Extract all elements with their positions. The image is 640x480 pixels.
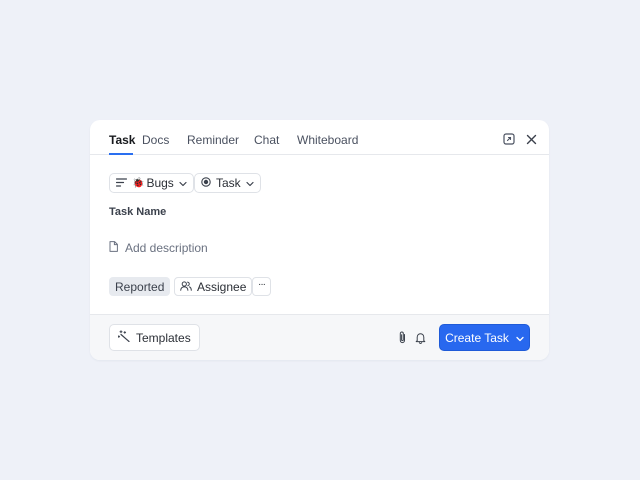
ladybug-icon: 🐞 [132,177,145,189]
active-tab-indicator [109,153,133,155]
create-task-label: Create Task [445,330,509,345]
description-placeholder: Add description [125,241,208,255]
list-selector[interactable]: 🐞 Bugs [109,173,194,193]
list-selector-label: Bugs [146,176,174,190]
tab-whiteboard[interactable]: Whiteboard [297,133,358,147]
radio-dot-icon [201,176,211,190]
users-icon [180,280,192,294]
tab-chat[interactable]: Chat [254,133,279,147]
task-type-label: Task [216,176,241,190]
more-options-button[interactable]: ··· [252,277,271,296]
tab-bar: Task Docs Reminder Chat Whiteboard [90,120,549,155]
status-badge[interactable]: Reported [109,277,171,296]
document-icon [109,241,118,255]
create-task-button[interactable]: Create Task [439,324,530,351]
close-icon[interactable] [525,133,537,145]
chevron-down-icon [516,331,524,345]
templates-button[interactable]: Templates [109,324,200,351]
list-icon [115,176,128,190]
templates-label: Templates [136,330,191,345]
task-name-input[interactable]: Task Name [109,206,166,218]
expand-icon[interactable] [503,133,515,145]
assignee-label: Assignee [197,279,247,294]
chevron-down-icon [246,176,254,190]
sparkle-icon [117,330,130,345]
task-type-selector[interactable]: Task [194,173,261,193]
tab-reminder[interactable]: Reminder [187,133,239,147]
tab-docs[interactable]: Docs [142,133,169,147]
chevron-down-icon [179,176,187,190]
add-description[interactable]: Add description [109,241,208,255]
ellipsis-icon: ··· [258,279,266,290]
paperclip-icon[interactable] [396,331,408,344]
tab-task[interactable]: Task [109,133,135,147]
modal-footer: Templates Create Task [90,314,549,360]
create-task-modal: Task Docs Reminder Chat Whiteboard 🐞 Bug… [90,120,549,360]
assignee-button[interactable]: Assignee [174,277,253,296]
bell-icon[interactable] [414,331,426,344]
